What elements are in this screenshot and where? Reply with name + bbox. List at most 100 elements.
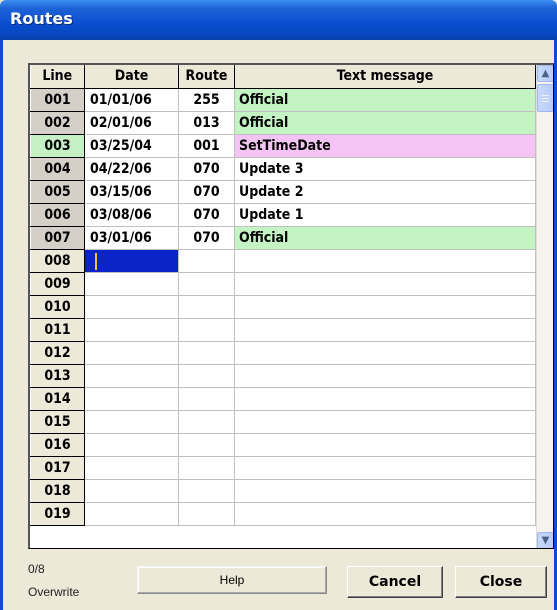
row-message-cell[interactable] xyxy=(234,479,536,503)
row-message-cell[interactable]: SetTimeDate xyxy=(234,134,536,158)
help-button[interactable]: Help xyxy=(137,566,327,594)
row-date-cell[interactable]: 03/01/06 xyxy=(84,226,179,250)
table-row[interactable]: 004 04/22/06 070 Update 3 xyxy=(30,156,536,181)
row-route-cell[interactable]: 255 xyxy=(178,88,235,112)
row-line-number[interactable]: 013 xyxy=(30,363,85,388)
row-line-number[interactable]: 016 xyxy=(30,432,85,457)
scroll-down-button[interactable]: ▼ xyxy=(537,532,553,548)
table-row[interactable]: 001 01/01/06 255 Official xyxy=(30,87,536,112)
row-date-cell[interactable] xyxy=(84,433,179,457)
cancel-button[interactable]: Cancel xyxy=(347,566,443,598)
row-date-cell[interactable] xyxy=(84,341,179,365)
table-row[interactable]: 012 xyxy=(30,340,536,365)
row-date-cell[interactable] xyxy=(84,272,179,296)
row-route-cell[interactable] xyxy=(178,272,235,296)
row-route-cell[interactable] xyxy=(178,295,235,319)
row-route-cell[interactable]: 013 xyxy=(178,111,235,135)
close-button[interactable]: Close xyxy=(455,566,547,598)
column-header-route[interactable]: Route xyxy=(178,65,235,89)
table-row[interactable]: 005 03/15/06 070 Update 2 xyxy=(30,179,536,204)
row-line-number[interactable]: 008 xyxy=(30,248,85,273)
row-date-cell[interactable]: 04/22/06 xyxy=(84,157,179,181)
row-line-number[interactable]: 006 xyxy=(30,202,85,227)
row-date-cell[interactable] xyxy=(84,318,179,342)
row-message-cell[interactable] xyxy=(234,318,536,342)
row-date-cell[interactable]: 02/01/06 xyxy=(84,111,179,135)
row-date-cell[interactable] xyxy=(84,456,179,480)
table-row[interactable]: 008 xyxy=(30,248,536,273)
row-line-number[interactable]: 012 xyxy=(30,340,85,365)
row-message-cell[interactable] xyxy=(234,410,536,434)
row-route-cell[interactable]: 070 xyxy=(178,203,235,227)
row-message-cell[interactable] xyxy=(234,387,536,411)
vertical-scrollbar[interactable]: ▲ ▼ xyxy=(536,65,553,548)
row-route-cell[interactable] xyxy=(178,433,235,457)
row-line-number[interactable]: 011 xyxy=(30,317,85,342)
row-route-cell[interactable] xyxy=(178,387,235,411)
table-row[interactable]: 014 xyxy=(30,386,536,411)
row-message-cell[interactable] xyxy=(234,249,536,273)
row-line-number[interactable]: 014 xyxy=(30,386,85,411)
row-route-cell[interactable] xyxy=(178,318,235,342)
scroll-up-button[interactable]: ▲ xyxy=(537,65,553,82)
row-message-cell[interactable] xyxy=(234,295,536,319)
column-header-line[interactable]: Line xyxy=(30,65,85,89)
scrollbar-thumb[interactable] xyxy=(537,84,553,112)
row-message-cell[interactable] xyxy=(234,502,536,526)
row-message-cell[interactable] xyxy=(234,456,536,480)
row-line-number[interactable]: 004 xyxy=(30,156,85,181)
row-line-number[interactable]: 015 xyxy=(30,409,85,434)
table-row[interactable]: 007 03/01/06 070 Official xyxy=(30,225,536,250)
row-route-cell[interactable] xyxy=(178,479,235,503)
column-header-text-message[interactable]: Text message xyxy=(234,65,536,89)
table-row[interactable]: 017 xyxy=(30,455,536,480)
row-date-cell[interactable] xyxy=(84,502,179,526)
row-message-cell[interactable]: Official xyxy=(234,88,536,112)
table-row[interactable]: 010 xyxy=(30,294,536,319)
row-message-cell[interactable]: Official xyxy=(234,111,536,135)
row-route-cell[interactable] xyxy=(178,341,235,365)
table-row[interactable]: 006 03/08/06 070 Update 1 xyxy=(30,202,536,227)
row-message-cell[interactable]: Update 3 xyxy=(234,157,536,181)
row-line-number[interactable]: 001 xyxy=(30,87,85,112)
row-route-cell[interactable] xyxy=(178,502,235,526)
column-header-date[interactable]: Date xyxy=(84,65,179,89)
table-row[interactable]: 003 03/25/04 001 SetTimeDate xyxy=(30,133,536,158)
row-date-cell[interactable] xyxy=(84,479,179,503)
table-row[interactable]: 013 xyxy=(30,363,536,388)
row-message-cell[interactable] xyxy=(234,433,536,457)
row-line-number[interactable]: 002 xyxy=(30,110,85,135)
row-line-number[interactable]: 005 xyxy=(30,179,85,204)
row-message-cell[interactable] xyxy=(234,364,536,388)
table-row[interactable]: 002 02/01/06 013 Official xyxy=(30,110,536,135)
row-date-cell[interactable] xyxy=(84,364,179,388)
row-line-number[interactable]: 018 xyxy=(30,478,85,503)
table-row[interactable]: 018 xyxy=(30,478,536,503)
row-route-cell[interactable] xyxy=(178,410,235,434)
row-message-cell[interactable] xyxy=(234,272,536,296)
row-route-cell[interactable] xyxy=(178,364,235,388)
row-line-number[interactable]: 007 xyxy=(30,225,85,250)
table-row[interactable]: 009 xyxy=(30,271,536,296)
window-titlebar[interactable]: Routes xyxy=(0,0,557,40)
row-route-cell[interactable]: 070 xyxy=(178,180,235,204)
row-route-cell[interactable]: 070 xyxy=(178,226,235,250)
row-date-cell[interactable] xyxy=(84,249,179,273)
row-line-number[interactable]: 010 xyxy=(30,294,85,319)
row-date-cell[interactable] xyxy=(84,410,179,434)
table-row[interactable]: 011 xyxy=(30,317,536,342)
row-date-cell[interactable] xyxy=(84,295,179,319)
row-date-cell[interactable]: 01/01/06 xyxy=(84,88,179,112)
row-message-cell[interactable] xyxy=(234,341,536,365)
row-line-number[interactable]: 003 xyxy=(30,133,85,158)
row-route-cell[interactable]: 070 xyxy=(178,157,235,181)
row-date-cell[interactable]: 03/25/04 xyxy=(84,134,179,158)
table-row[interactable]: 019 xyxy=(30,501,536,526)
table-row[interactable]: 016 xyxy=(30,432,536,457)
row-date-cell[interactable]: 03/08/06 xyxy=(84,203,179,227)
row-line-number[interactable]: 009 xyxy=(30,271,85,296)
row-line-number[interactable]: 017 xyxy=(30,455,85,480)
row-message-cell[interactable]: Update 2 xyxy=(234,180,536,204)
row-line-number[interactable]: 019 xyxy=(30,501,85,526)
row-date-cell[interactable] xyxy=(84,387,179,411)
